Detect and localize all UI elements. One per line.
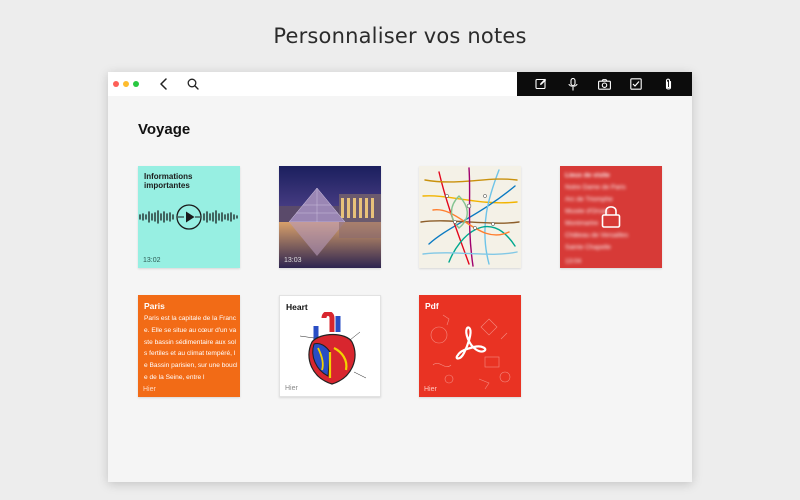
attach-file-button[interactable] <box>657 73 679 95</box>
paperclip-icon <box>665 78 671 90</box>
search-icon <box>187 78 199 90</box>
note-title: Informations importantes <box>144 172 193 190</box>
chevron-left-icon <box>160 78 167 90</box>
take-photo-button[interactable] <box>593 73 615 95</box>
note-card-pdf[interactable]: Pdf Hier <box>419 295 521 397</box>
lock-icon <box>601 206 621 228</box>
search-button[interactable] <box>185 72 201 96</box>
note-toolbar <box>517 72 692 96</box>
pdf-icon <box>455 326 487 360</box>
play-icon[interactable] <box>176 204 202 230</box>
app-window: Voyage Informations importantes 13:02 13… <box>108 72 692 482</box>
note-card-drawing[interactable]: Heart Hier <box>279 295 381 397</box>
close-window-button[interactable] <box>113 81 119 87</box>
camera-icon <box>598 78 611 90</box>
locked-note-title: Lieux de visite <box>565 172 610 179</box>
locked-list-item: Château de Versailles <box>565 232 629 239</box>
note-card-audio[interactable]: Informations importantes 13:02 <box>138 166 240 268</box>
heart-diagram <box>299 312 367 385</box>
compose-icon <box>535 78 547 90</box>
metro-map-image <box>419 166 521 268</box>
title-bar <box>108 72 692 96</box>
note-title: Paris <box>144 301 165 311</box>
note-timestamp: Hier <box>285 385 298 392</box>
microphone-icon <box>568 77 578 90</box>
minimize-window-button[interactable] <box>123 81 129 87</box>
locked-list-item: Notre Dame de Paris <box>565 184 626 191</box>
note-card-locked[interactable]: Lieux de visite Notre Dame de Paris Arc … <box>560 166 662 268</box>
note-timestamp: 13:02 <box>143 257 161 264</box>
note-timestamp: 13:03 <box>284 257 302 264</box>
louvre-photo <box>279 166 381 268</box>
locked-list-item: Sainte Chapelle <box>565 244 611 251</box>
note-card-text[interactable]: Paris Paris est la capitale de la France… <box>138 295 240 397</box>
locked-note-time: 13:04 <box>565 258 582 265</box>
note-timestamp: Hier <box>424 386 437 393</box>
note-title: Heart <box>286 302 308 312</box>
checkbox-icon <box>630 78 643 90</box>
note-card-map[interactable] <box>419 166 521 268</box>
note-timestamp: Hier <box>143 386 156 393</box>
notebook-title: Voyage <box>138 121 191 138</box>
new-note-button[interactable] <box>530 73 552 95</box>
zoom-window-button[interactable] <box>133 81 139 87</box>
record-audio-button[interactable] <box>562 73 584 95</box>
window-controls <box>113 81 139 87</box>
note-card-photo[interactable]: 13:03 <box>279 166 381 268</box>
note-body: Paris est la capitale de la France. Elle… <box>144 315 238 381</box>
add-checklist-button[interactable] <box>625 73 647 95</box>
back-button[interactable] <box>156 72 172 96</box>
page-headline: Personnaliser vos notes <box>273 24 527 48</box>
